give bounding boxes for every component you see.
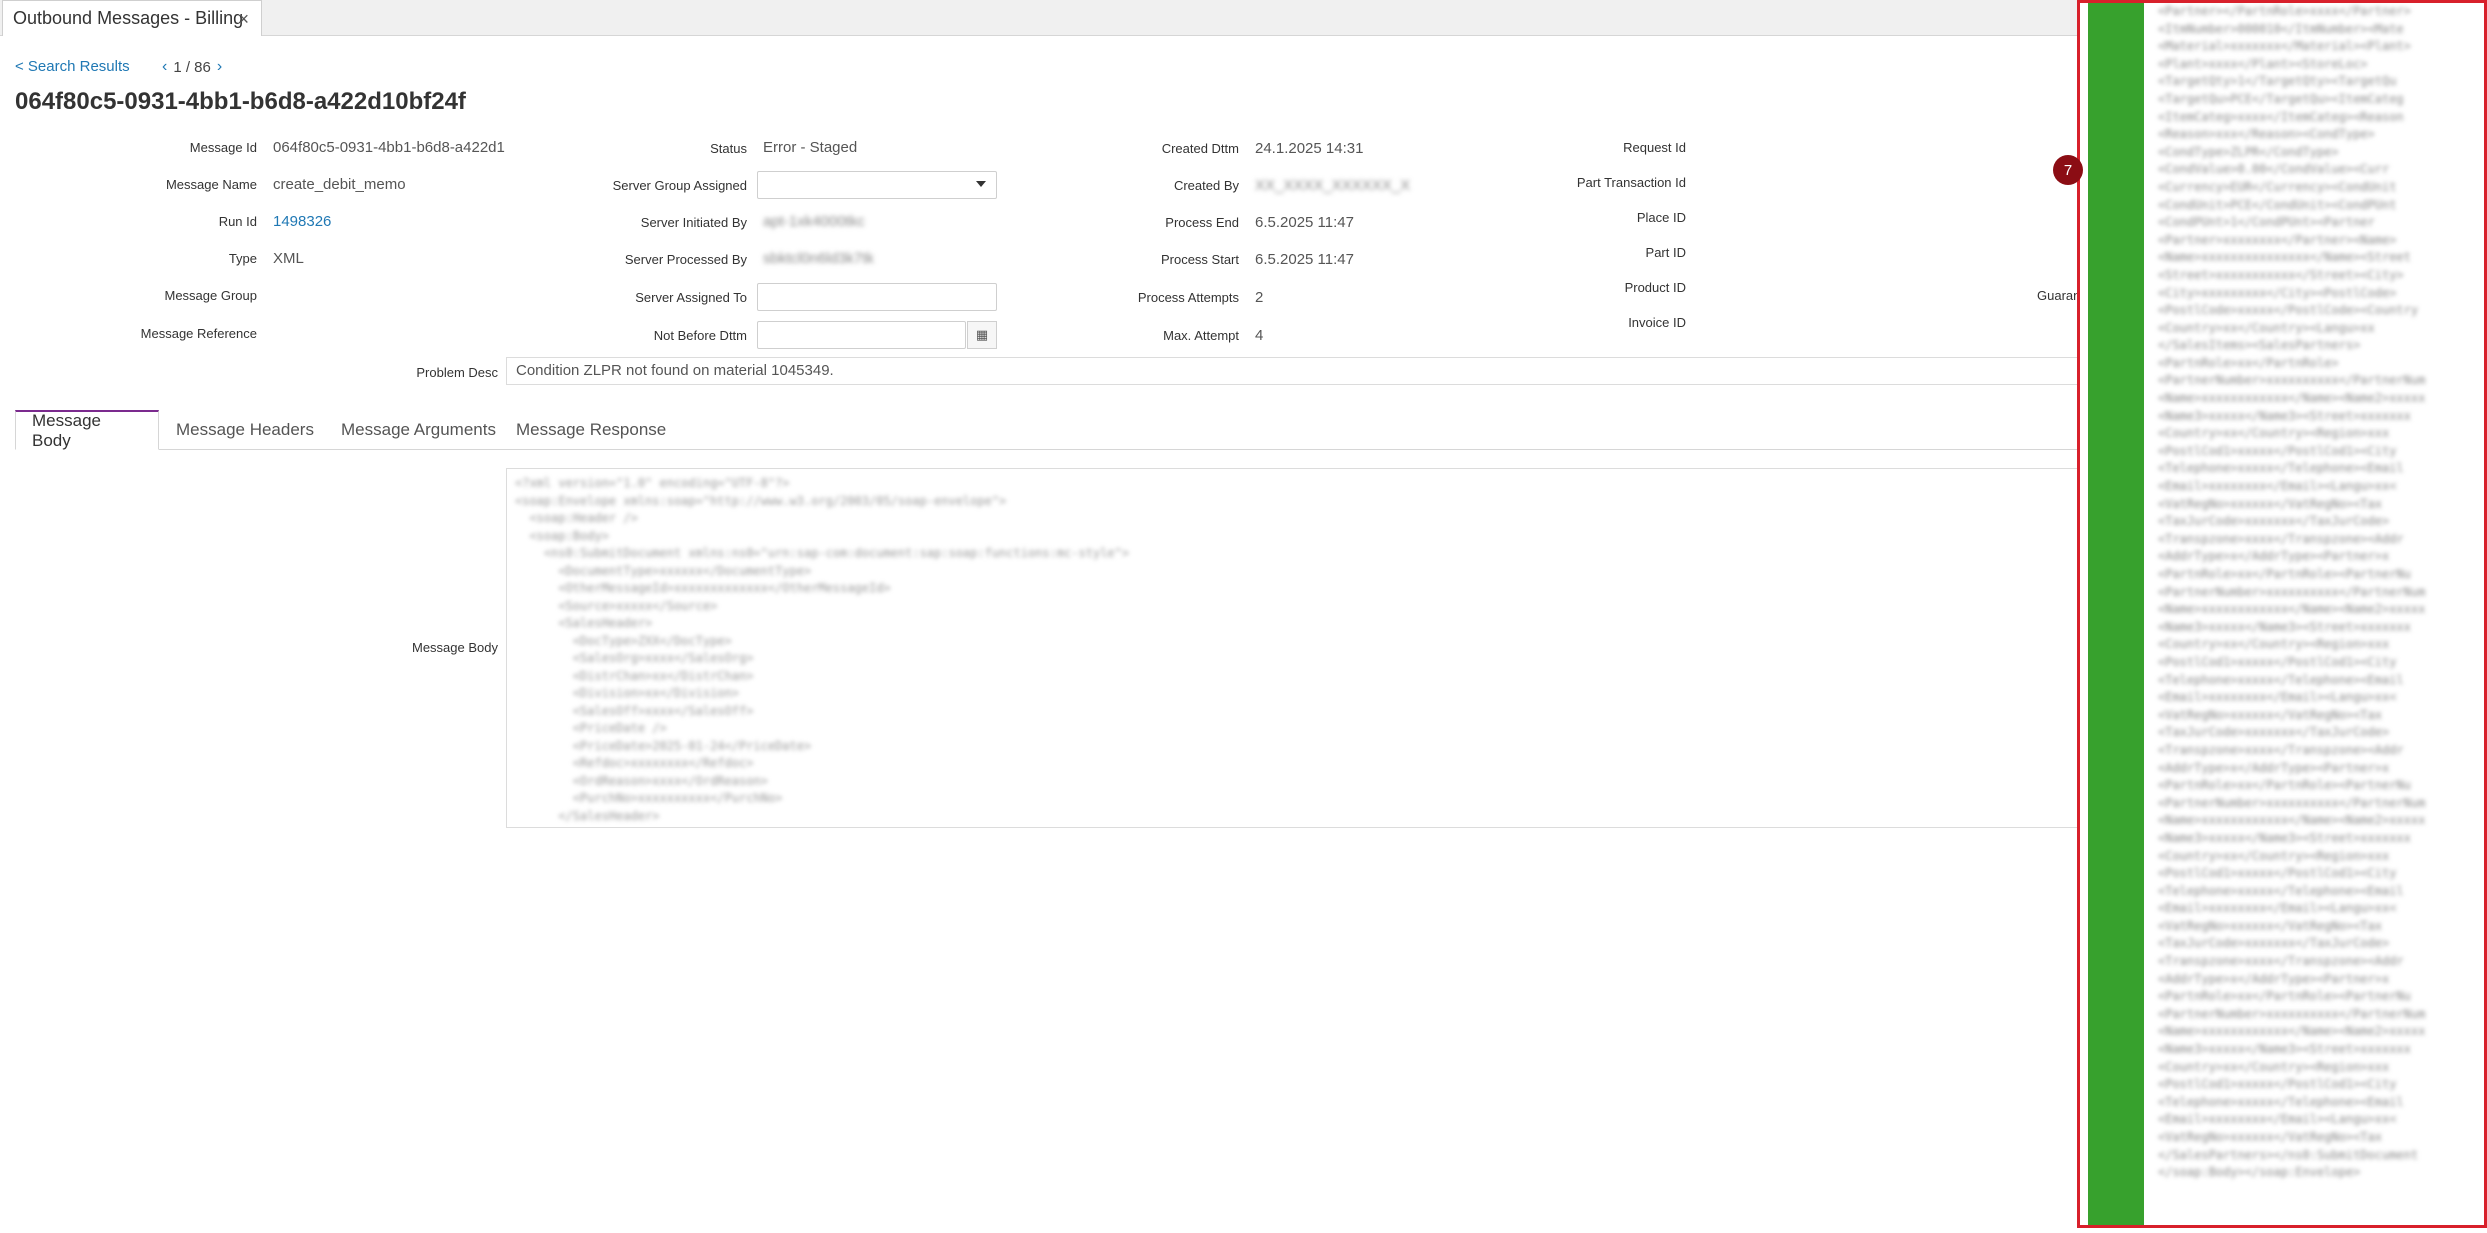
message-body-label: Message Body: [412, 640, 498, 655]
type-label: Type: [228, 251, 257, 266]
tab-message-headers[interactable]: Message Headers: [160, 410, 330, 450]
problem-desc-field: Condition ZLPR not found on material 104…: [506, 357, 2080, 385]
created-by-value: XX_XXXX_XXXXXX_X: [1255, 177, 1411, 194]
message-name-label: Message Name: [165, 177, 257, 192]
not-before-date-input[interactable]: [757, 321, 966, 349]
search-results-link[interactable]: < Search Results: [15, 58, 130, 75]
part-id-label: Part ID: [1645, 245, 1686, 260]
max-attempt-label: Max. Attempt: [1163, 328, 1239, 343]
process-start-label: Process Start: [1160, 252, 1239, 267]
message-id-value: 064f80c5-0931-4bb1-b6d8-a422d1: [273, 139, 505, 156]
server-group-label: Server Group Assigned: [612, 178, 747, 193]
type-value: XML: [273, 250, 304, 267]
message-reference-label: Message Reference: [140, 326, 257, 341]
run-id-link[interactable]: 1498326: [273, 213, 331, 230]
place-id-label: Place ID: [1636, 210, 1686, 225]
tab-outbound-messages[interactable]: Outbound Messages - Billing ×: [2, 0, 262, 36]
product-id-label: Product ID: [1624, 280, 1686, 295]
record-pager: ‹ 1 / 86 ›: [162, 58, 222, 76]
request-id-label: Request Id: [1623, 140, 1686, 155]
xml-content: <?xml version="1.0" encoding="UTF-8"?> <…: [515, 476, 1130, 823]
process-end-value: 6.5.2025 11:47: [1255, 214, 1354, 231]
close-icon[interactable]: ×: [238, 9, 249, 30]
server-processed-label: Server Processed By: [624, 252, 747, 267]
invoice-id-label: Invoice ID: [1628, 315, 1686, 330]
tab-message-response[interactable]: Message Response: [500, 410, 682, 450]
server-initiated-value: apt-1xk4000tkc: [763, 213, 865, 230]
part-transaction-label: Part Transaction Id: [1576, 175, 1686, 190]
problem-desc-label: Problem Desc: [416, 365, 498, 380]
process-attempts-value: 2: [1255, 289, 1264, 306]
server-assigned-label: Server Assigned To: [635, 290, 747, 305]
process-attempts-label: Process Attempts: [1137, 290, 1239, 305]
server-group-select[interactable]: [757, 171, 997, 199]
panel-green-bar: [2088, 3, 2144, 1225]
run-id-label: Run Id: [218, 214, 257, 229]
message-name-value: create_debit_memo: [273, 176, 406, 193]
chevron-right-icon[interactable]: ›: [217, 58, 222, 76]
message-id-label: Message Id: [189, 140, 257, 155]
server-assigned-input[interactable]: [757, 283, 997, 311]
pager-count: 1 / 86: [173, 58, 211, 76]
annotation-badge: 7: [2053, 155, 2083, 185]
created-dttm-value: 24.1.2025 14:31: [1255, 140, 1364, 157]
tab-message-arguments[interactable]: Message Arguments: [325, 410, 512, 450]
tab-title: Outbound Messages - Billing: [13, 8, 244, 28]
page-title: 064f80c5-0931-4bb1-b6d8-a422d10bf24f: [15, 88, 466, 115]
process-start-value: 6.5.2025 11:47: [1255, 251, 1354, 268]
calendar-icon[interactable]: ▦: [967, 321, 997, 349]
server-initiated-label: Server Initiated By: [640, 215, 747, 230]
tab-message-body[interactable]: Message Body: [15, 410, 159, 450]
chevron-down-icon: [976, 181, 986, 187]
content-tabs: Message Body Message Headers Message Arg…: [15, 410, 2080, 450]
chevron-left-icon[interactable]: ‹: [162, 58, 167, 76]
status-value: Error - Staged: [763, 139, 858, 156]
panel-xml-text: <Partner></PartnRole>xxxx</Partner> <Itm…: [2158, 4, 2426, 1180]
created-by-label: Created By: [1173, 178, 1239, 193]
message-group-label: Message Group: [164, 288, 258, 303]
message-body-textarea[interactable]: <?xml version="1.0" encoding="UTF-8"?> <…: [506, 468, 2080, 828]
server-processed-value: sbktcl0n6ld3k7tk: [763, 250, 874, 267]
breadcrumb: < Search Results: [15, 58, 130, 75]
overlay-panel: <Partner></PartnRole>xxxx</Partner> <Itm…: [2077, 0, 2487, 1228]
not-before-label: Not Before Dttm: [653, 328, 747, 343]
created-dttm-label: Created Dttm: [1161, 141, 1239, 156]
status-label: Status: [710, 141, 747, 156]
max-attempt-value: 4: [1255, 327, 1264, 344]
process-end-label: Process End: [1165, 215, 1239, 230]
